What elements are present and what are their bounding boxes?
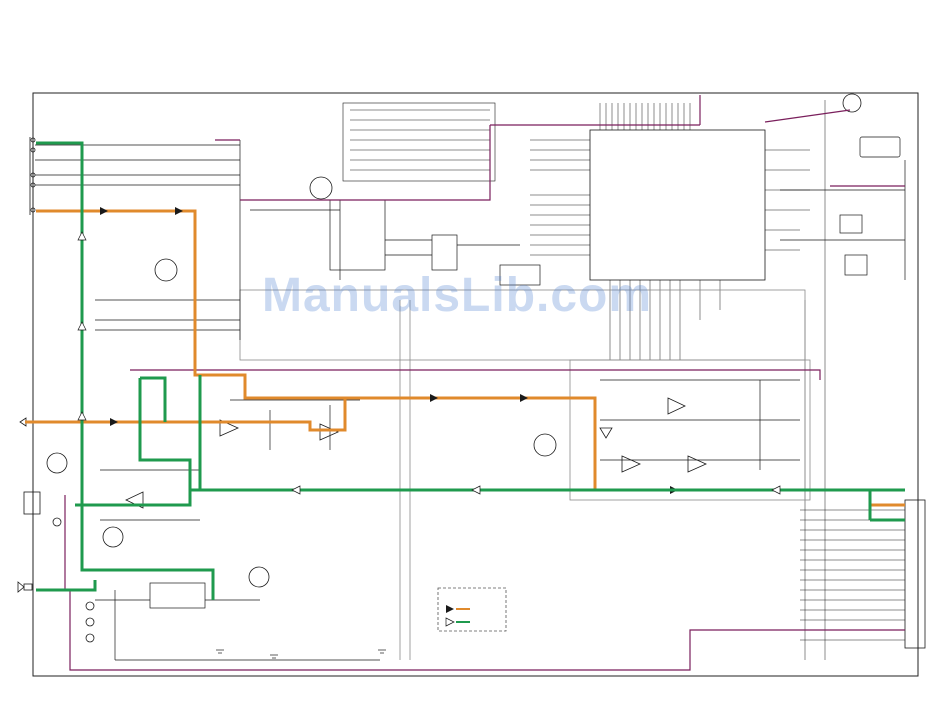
grey-wires [239,289,811,660]
legend [437,587,507,632]
phone-jack-icon [19,417,41,515]
multi-pin-connector-icon [904,499,926,649]
speaker-connector-icon [17,581,33,593]
green-path-arrows [77,231,781,495]
orange-path-arrows [100,207,678,494]
ground-icon [216,649,386,659]
bus-block [342,102,496,182]
microcontroller-ic [530,103,810,360]
outline-arrow-icon [445,617,455,627]
circuit-schematic [17,92,926,677]
solid-black-arrow-icon [446,605,454,613]
right-bus-lines [800,100,905,660]
callout-circles [46,93,862,643]
